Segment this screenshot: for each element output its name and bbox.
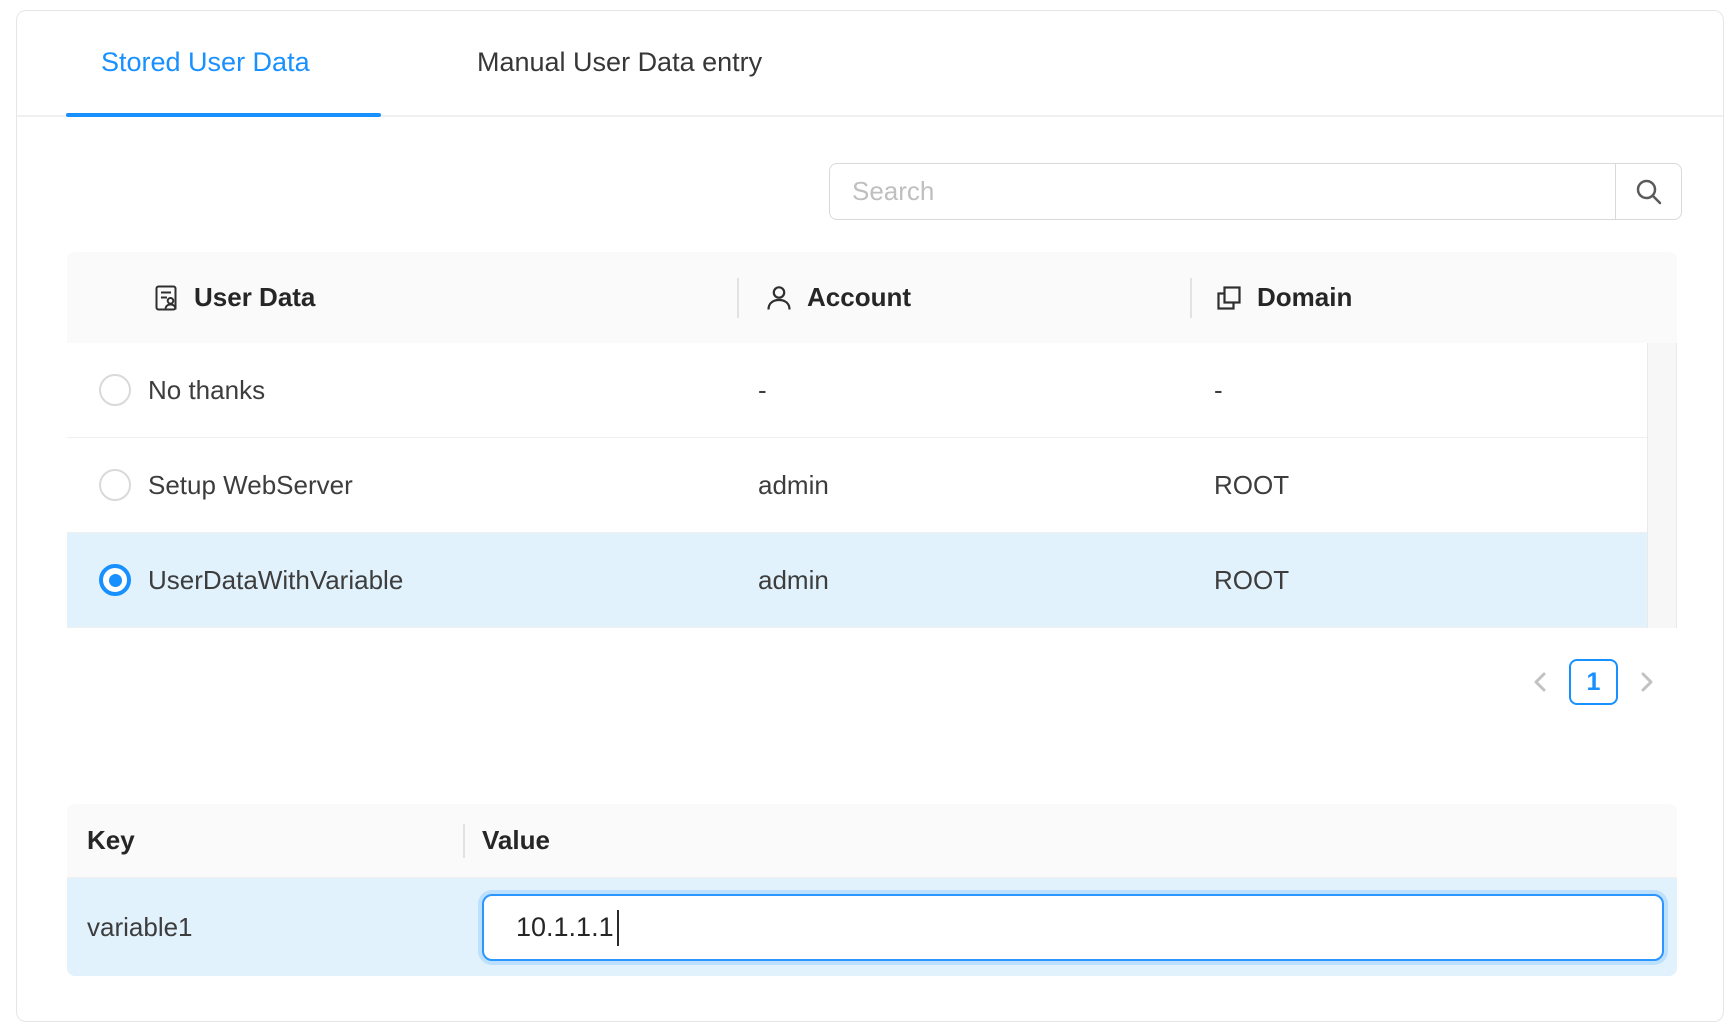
stored-user-data-table: User Data Account Domain (67, 252, 1677, 628)
text-cursor (617, 910, 620, 946)
radio-unchecked-icon[interactable] (99, 374, 131, 406)
pagination-page-1[interactable]: 1 (1569, 659, 1618, 705)
tab-manual-user-data-entry[interactable]: Manual User Data entry (477, 11, 762, 113)
search-icon (1632, 175, 1666, 209)
key-value-header: Key Value (67, 804, 1677, 878)
panel-card: Stored User Data Manual User Data entry (16, 10, 1724, 1022)
column-divider (463, 824, 465, 858)
cell-domain: ROOT (1190, 470, 1289, 501)
table-header: User Data Account Domain (67, 252, 1677, 343)
column-divider (737, 278, 739, 318)
column-label-account: Account (807, 282, 911, 313)
variable-value-input[interactable]: 10.1.1.1 (482, 894, 1664, 961)
search-box (829, 163, 1682, 220)
radio-checked-icon[interactable] (99, 564, 131, 596)
pagination-prev-button[interactable] (1525, 659, 1555, 705)
table-row-no-thanks[interactable]: No thanks - - (67, 343, 1647, 438)
column-header-key: Key (67, 825, 463, 856)
column-header-value: Value (463, 825, 550, 856)
pagination: 1 (1525, 649, 1662, 715)
pagination-next-button[interactable] (1632, 659, 1662, 705)
table-row-setup-webserver[interactable]: Setup WebServer admin ROOT (67, 438, 1647, 533)
variable-key-label: variable1 (67, 912, 463, 943)
column-label-domain: Domain (1257, 282, 1352, 313)
cell-account: - (737, 375, 1190, 406)
active-tab-indicator (66, 113, 381, 117)
search-input[interactable] (830, 164, 1615, 219)
cell-domain: - (1190, 375, 1223, 406)
cell-user-data: UserDataWithVariable (148, 565, 737, 596)
cell-user-data: No thanks (148, 375, 737, 406)
key-value-table: Key Value variable1 10.1.1.1 (67, 804, 1677, 976)
block-icon (1214, 283, 1244, 313)
column-header-user-data: User Data (67, 282, 737, 313)
cell-account: admin (737, 565, 1190, 596)
radio-unchecked-icon[interactable] (99, 469, 131, 501)
tab-stored-user-data[interactable]: Stored User Data (101, 11, 310, 113)
user-icon (764, 283, 794, 313)
cell-domain: ROOT (1190, 565, 1289, 596)
chevron-right-icon (1636, 667, 1658, 697)
column-header-account: Account (737, 282, 1190, 313)
solution-icon (151, 283, 181, 313)
column-header-domain: Domain (1190, 282, 1677, 313)
variable-value-text: 10.1.1.1 (516, 912, 614, 943)
search-button[interactable] (1615, 164, 1681, 219)
cell-user-data: Setup WebServer (148, 470, 737, 501)
column-label-user-data: User Data (194, 282, 315, 313)
key-value-row: variable1 10.1.1.1 (67, 878, 1677, 976)
table-row-userdatawithvariable[interactable]: UserDataWithVariable admin ROOT (67, 533, 1647, 628)
column-divider (1190, 278, 1192, 318)
tab-bar: Stored User Data Manual User Data entry (17, 11, 1723, 117)
chevron-left-icon (1529, 667, 1551, 697)
table-scrollbar-track[interactable] (1647, 343, 1677, 628)
cell-account: admin (737, 470, 1190, 501)
table-body: No thanks - - Setup WebServer admin ROOT… (67, 343, 1677, 628)
